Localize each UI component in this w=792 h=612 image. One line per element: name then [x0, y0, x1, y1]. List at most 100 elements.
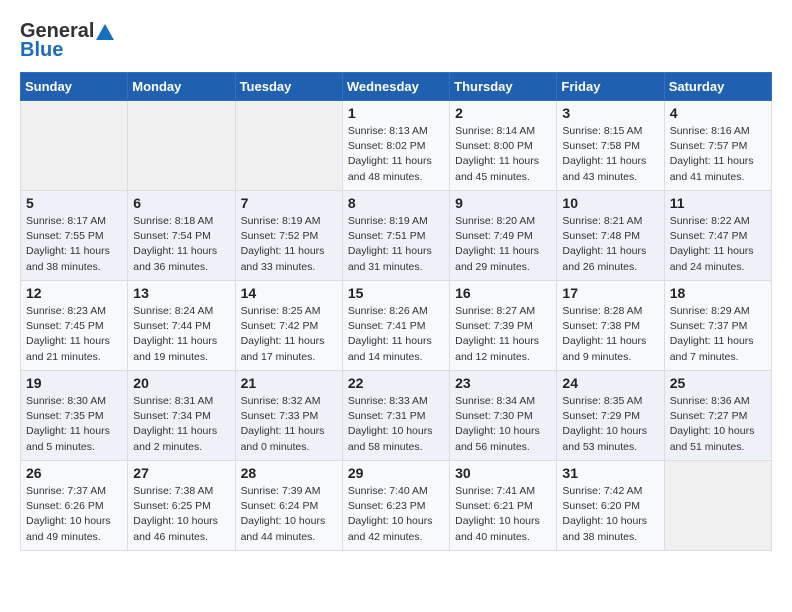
cell-date-number: 16 — [455, 285, 551, 301]
calendar-cell: 2 Sunrise: 8:14 AMSunset: 8:00 PMDaylight… — [450, 101, 557, 191]
cell-info-text: Sunrise: 8:26 AMSunset: 7:41 PMDaylight:… — [348, 304, 444, 365]
cell-info-text: Sunrise: 8:23 AMSunset: 7:45 PMDaylight:… — [26, 304, 122, 365]
calendar-week-row: 19Sunrise: 8:30 AMSunset: 7:35 PMDayligh… — [21, 371, 772, 461]
cell-info-text: Sunrise: 8:30 AMSunset: 7:35 PMDaylight:… — [26, 394, 122, 455]
cell-info-text: Sunrise: 8:35 AMSunset: 7:29 PMDaylight:… — [562, 394, 658, 455]
calendar-week-row: 1Sunrise: 8:13 AMSunset: 8:02 PMDaylight… — [21, 101, 772, 191]
day-header-thursday: Thursday — [450, 73, 557, 101]
calendar-cell: 16 Sunrise: 8:27 AMSunset: 7:39 PMDayligh… — [450, 281, 557, 371]
cell-date-number: 25 — [670, 375, 766, 391]
calendar-cell: 19Sunrise: 8:30 AMSunset: 7:35 PMDayligh… — [21, 371, 128, 461]
calendar-cell: 31 Sunrise: 7:42 AMSunset: 6:20 PMDayligh… — [557, 461, 664, 551]
cell-info-text: Sunrise: 8:28 AMSunset: 7:38 PMDaylight:… — [562, 304, 658, 365]
calendar-cell: 11 Sunrise: 8:22 AMSunset: 7:47 PMDayligh… — [664, 191, 771, 281]
calendar-cell — [128, 101, 235, 191]
cell-date-number: 23 — [455, 375, 551, 391]
cell-info-text: Sunrise: 8:21 AMSunset: 7:48 PMDaylight:… — [562, 214, 658, 275]
cell-info-text: Sunrise: 7:39 AMSunset: 6:24 PMDaylight:… — [241, 484, 337, 545]
cell-info-text: Sunrise: 8:31 AMSunset: 7:34 PMDaylight:… — [133, 394, 229, 455]
cell-date-number: 6 — [133, 195, 229, 211]
cell-date-number: 20 — [133, 375, 229, 391]
cell-date-number: 8 — [348, 195, 444, 211]
cell-date-number: 2 — [455, 105, 551, 121]
cell-info-text: Sunrise: 7:42 AMSunset: 6:20 PMDaylight:… — [562, 484, 658, 545]
cell-date-number: 5 — [26, 195, 122, 211]
calendar-cell: 22Sunrise: 8:33 AMSunset: 7:31 PMDayligh… — [342, 371, 449, 461]
calendar-cell: 7 Sunrise: 8:19 AMSunset: 7:52 PMDaylight… — [235, 191, 342, 281]
cell-date-number: 11 — [670, 195, 766, 211]
cell-info-text: Sunrise: 8:19 AMSunset: 7:52 PMDaylight:… — [241, 214, 337, 275]
calendar-cell: 30 Sunrise: 7:41 AMSunset: 6:21 PMDayligh… — [450, 461, 557, 551]
calendar-header: SundayMondayTuesdayWednesdayThursdayFrid… — [21, 73, 772, 101]
cell-info-text: Sunrise: 7:37 AMSunset: 6:26 PMDaylight:… — [26, 484, 122, 545]
cell-info-text: Sunrise: 8:32 AMSunset: 7:33 PMDaylight:… — [241, 394, 337, 455]
cell-date-number: 24 — [562, 375, 658, 391]
calendar-cell: 28 Sunrise: 7:39 AMSunset: 6:24 PMDayligh… — [235, 461, 342, 551]
calendar-cell: 14Sunrise: 8:25 AMSunset: 7:42 PMDayligh… — [235, 281, 342, 371]
cell-date-number: 10 — [562, 195, 658, 211]
calendar-cell: 20 Sunrise: 8:31 AMSunset: 7:34 PMDayligh… — [128, 371, 235, 461]
day-header-friday: Friday — [557, 73, 664, 101]
calendar-week-row: 5 Sunrise: 8:17 AMSunset: 7:55 PMDaylight… — [21, 191, 772, 281]
cell-date-number: 21 — [241, 375, 337, 391]
cell-info-text: Sunrise: 8:22 AMSunset: 7:47 PMDaylight:… — [670, 214, 766, 275]
cell-date-number: 27 — [133, 465, 229, 481]
calendar-cell: 17 Sunrise: 8:28 AMSunset: 7:38 PMDayligh… — [557, 281, 664, 371]
cell-info-text: Sunrise: 8:36 AMSunset: 7:27 PMDaylight:… — [670, 394, 766, 455]
cell-date-number: 9 — [455, 195, 551, 211]
calendar-week-row: 12 Sunrise: 8:23 AMSunset: 7:45 PMDayligh… — [21, 281, 772, 371]
cell-info-text: Sunrise: 8:29 AMSunset: 7:37 PMDaylight:… — [670, 304, 766, 365]
calendar-cell: 4Sunrise: 8:16 AMSunset: 7:57 PMDaylight… — [664, 101, 771, 191]
cell-date-number: 31 — [562, 465, 658, 481]
calendar-body: 1Sunrise: 8:13 AMSunset: 8:02 PMDaylight… — [21, 101, 772, 551]
header: General Blue — [20, 20, 772, 62]
cell-date-number: 3 — [562, 105, 658, 121]
calendar-cell: 25 Sunrise: 8:36 AMSunset: 7:27 PMDayligh… — [664, 371, 771, 461]
cell-info-text: Sunrise: 8:27 AMSunset: 7:39 PMDaylight:… — [455, 304, 551, 365]
calendar-cell: 26Sunrise: 7:37 AMSunset: 6:26 PMDayligh… — [21, 461, 128, 551]
logo-blue: Blue — [20, 39, 63, 62]
cell-date-number: 12 — [26, 285, 122, 301]
calendar-cell — [21, 101, 128, 191]
day-header-sunday: Sunday — [21, 73, 128, 101]
days-header-row: SundayMondayTuesdayWednesdayThursdayFrid… — [21, 73, 772, 101]
cell-info-text: Sunrise: 7:38 AMSunset: 6:25 PMDaylight:… — [133, 484, 229, 545]
cell-info-text: Sunrise: 8:14 AMSunset: 8:00 PMDaylight:… — [455, 124, 551, 185]
calendar-cell — [235, 101, 342, 191]
cell-info-text: Sunrise: 8:24 AMSunset: 7:44 PMDaylight:… — [133, 304, 229, 365]
cell-date-number: 7 — [241, 195, 337, 211]
cell-info-text: Sunrise: 7:41 AMSunset: 6:21 PMDaylight:… — [455, 484, 551, 545]
calendar-cell: 10 Sunrise: 8:21 AMSunset: 7:48 PMDayligh… — [557, 191, 664, 281]
cell-date-number: 17 — [562, 285, 658, 301]
cell-date-number: 4 — [670, 105, 766, 121]
cell-date-number: 30 — [455, 465, 551, 481]
cell-date-number: 28 — [241, 465, 337, 481]
calendar-cell: 13Sunrise: 8:24 AMSunset: 7:44 PMDayligh… — [128, 281, 235, 371]
cell-info-text: Sunrise: 8:18 AMSunset: 7:54 PMDaylight:… — [133, 214, 229, 275]
calendar-cell: 29 Sunrise: 7:40 AMSunset: 6:23 PMDayligh… — [342, 461, 449, 551]
cell-date-number: 29 — [348, 465, 444, 481]
day-header-saturday: Saturday — [664, 73, 771, 101]
calendar-table: SundayMondayTuesdayWednesdayThursdayFrid… — [20, 72, 772, 551]
calendar-cell: 24 Sunrise: 8:35 AMSunset: 7:29 PMDayligh… — [557, 371, 664, 461]
cell-info-text: Sunrise: 7:40 AMSunset: 6:23 PMDaylight:… — [348, 484, 444, 545]
logo-arrow-icon — [96, 24, 114, 40]
cell-date-number: 22 — [348, 375, 444, 391]
calendar-cell: 27 Sunrise: 7:38 AMSunset: 6:25 PMDayligh… — [128, 461, 235, 551]
cell-date-number: 18 — [670, 285, 766, 301]
calendar-cell: 21 Sunrise: 8:32 AMSunset: 7:33 PMDayligh… — [235, 371, 342, 461]
day-header-wednesday: Wednesday — [342, 73, 449, 101]
cell-info-text: Sunrise: 8:20 AMSunset: 7:49 PMDaylight:… — [455, 214, 551, 275]
calendar-cell: 1Sunrise: 8:13 AMSunset: 8:02 PMDaylight… — [342, 101, 449, 191]
calendar-cell: 18 Sunrise: 8:29 AMSunset: 7:37 PMDayligh… — [664, 281, 771, 371]
calendar-cell: 6 Sunrise: 8:18 AMSunset: 7:54 PMDaylight… — [128, 191, 235, 281]
calendar-cell: 3Sunrise: 8:15 AMSunset: 7:58 PMDaylight… — [557, 101, 664, 191]
cell-info-text: Sunrise: 8:13 AMSunset: 8:02 PMDaylight:… — [348, 124, 444, 185]
logo: General Blue — [20, 20, 116, 62]
calendar-cell: 23Sunrise: 8:34 AMSunset: 7:30 PMDayligh… — [450, 371, 557, 461]
calendar-cell: 12 Sunrise: 8:23 AMSunset: 7:45 PMDayligh… — [21, 281, 128, 371]
cell-info-text: Sunrise: 8:17 AMSunset: 7:55 PMDaylight:… — [26, 214, 122, 275]
day-header-monday: Monday — [128, 73, 235, 101]
calendar-cell: 8Sunrise: 8:19 AMSunset: 7:51 PMDaylight… — [342, 191, 449, 281]
calendar-cell: 5 Sunrise: 8:17 AMSunset: 7:55 PMDaylight… — [21, 191, 128, 281]
